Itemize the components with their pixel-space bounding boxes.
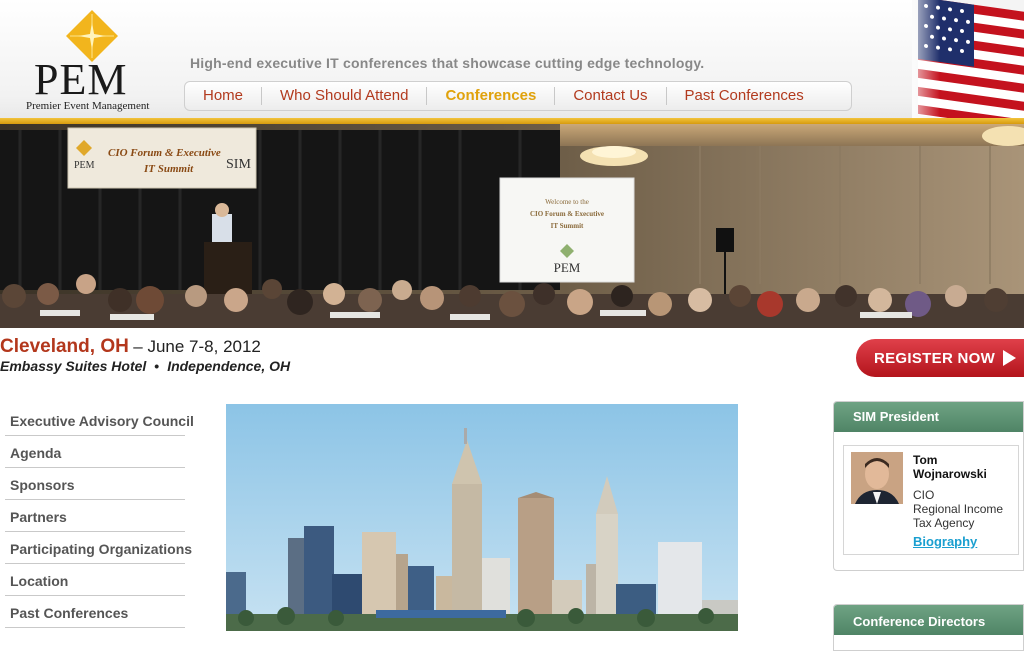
svg-text:PEM: PEM bbox=[74, 160, 95, 171]
conference-directors-panel: Conference Directors bbox=[833, 604, 1024, 651]
president-title-line1: CIO bbox=[913, 488, 935, 502]
nav-past-conferences[interactable]: Past Conferences bbox=[667, 87, 822, 105]
event-city: Cleveland, OH bbox=[0, 336, 129, 357]
sim-president-panel: SIM President Tom Wojnarowski CIO Region… bbox=[833, 401, 1024, 571]
event-heading: Cleveland, OH – June 7-8, 2012 bbox=[0, 336, 261, 358]
nav-home[interactable]: Home bbox=[185, 87, 263, 105]
nav-contact-us[interactable]: Contact Us bbox=[555, 87, 667, 105]
president-title-line2: Regional Income bbox=[913, 502, 1004, 516]
nav-who-should-attend[interactable]: Who Should Attend bbox=[262, 87, 428, 105]
logo-wordmark: PEM bbox=[34, 55, 128, 104]
sidebar-item-agenda[interactable]: Agenda bbox=[5, 436, 185, 468]
bullet-separator: • bbox=[154, 358, 160, 374]
banner-text-line1: CIO Forum & Executive bbox=[108, 147, 221, 159]
sidebar-item-location[interactable]: Location bbox=[5, 564, 185, 596]
tagline: High-end executive IT conferences that s… bbox=[190, 55, 705, 71]
cleveland-skyline-photo bbox=[226, 404, 738, 631]
main-nav: Home Who Should Attend Conferences Conta… bbox=[184, 81, 852, 111]
nav-conferences[interactable]: Conferences bbox=[427, 87, 556, 105]
president-first-name: Tom bbox=[913, 453, 938, 467]
play-arrow-icon bbox=[1003, 350, 1017, 366]
us-flag-image bbox=[912, 0, 1024, 118]
svg-text:SIM: SIM bbox=[226, 157, 251, 172]
sidebar-item-partners[interactable]: Partners bbox=[5, 500, 185, 532]
president-title-line3: Tax Agency bbox=[913, 516, 975, 530]
banner-text-line2: IT Summit bbox=[143, 163, 194, 175]
conference-directors-heading: Conference Directors bbox=[834, 605, 1023, 635]
logo-subtitle: Premier Event Management bbox=[26, 100, 150, 112]
svg-text:PEM: PEM bbox=[554, 260, 581, 275]
venue-name: Embassy Suites Hotel bbox=[0, 358, 147, 374]
register-now-button[interactable]: REGISTER NOW bbox=[856, 339, 1024, 377]
sidebar-item-sponsors[interactable]: Sponsors bbox=[5, 468, 185, 500]
pem-logo[interactable]: PEM Premier Event Management bbox=[22, 6, 172, 114]
sidebar-item-past-conferences[interactable]: Past Conferences bbox=[5, 596, 185, 628]
register-now-label: REGISTER NOW bbox=[874, 349, 996, 367]
screen-text-line1: Welcome to the bbox=[545, 198, 589, 206]
president-name: Tom Wojnarowski bbox=[913, 453, 987, 481]
sim-president-heading: SIM President bbox=[834, 402, 1023, 432]
event-venue: Embassy Suites Hotel • Independence, OH bbox=[0, 358, 290, 374]
site-header: PEM Premier Event Management High-end ex… bbox=[0, 0, 1024, 120]
sidebar-menu: Executive Advisory Council Agenda Sponso… bbox=[5, 404, 194, 628]
biography-link[interactable]: Biography bbox=[913, 534, 977, 549]
conference-hall-photo: PEM CIO Forum & Executive IT Summit SIM … bbox=[0, 124, 1024, 328]
president-card: Tom Wojnarowski CIO Regional Income Tax … bbox=[843, 445, 1019, 555]
event-date: – June 7-8, 2012 bbox=[133, 337, 261, 356]
president-title: CIO Regional Income Tax Agency bbox=[913, 488, 1003, 530]
screen-text-line2: CIO Forum & Executive bbox=[530, 210, 604, 218]
president-last-name: Wojnarowski bbox=[913, 467, 987, 481]
venue-location: Independence, OH bbox=[167, 358, 291, 374]
president-portrait bbox=[851, 452, 903, 504]
sidebar-item-participating-organizations[interactable]: Participating Organizations bbox=[5, 532, 192, 564]
screen-text-line3: IT Summit bbox=[551, 222, 584, 230]
sidebar-item-executive-advisory-council[interactable]: Executive Advisory Council bbox=[5, 404, 194, 436]
